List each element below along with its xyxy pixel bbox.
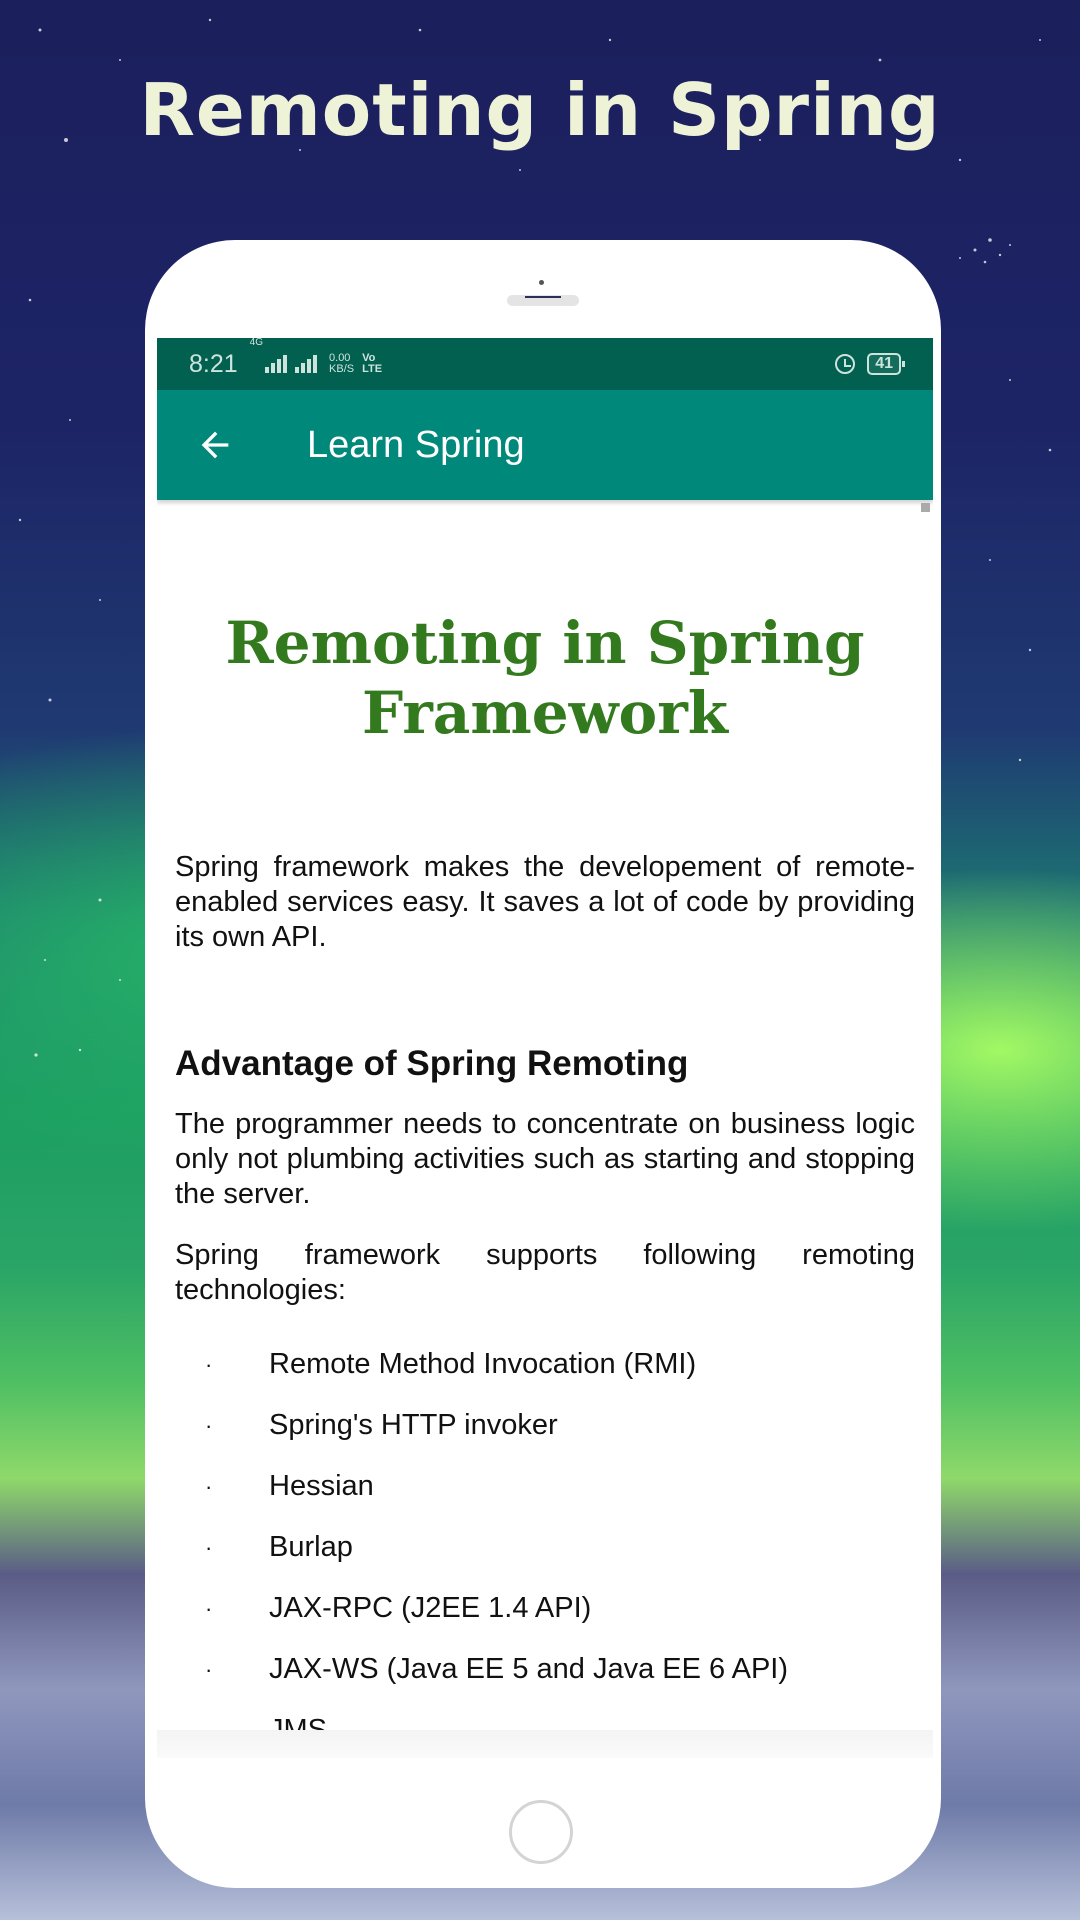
bullet-icon: · [205, 1595, 213, 1621]
list-item: · Hessian [175, 1456, 915, 1517]
bullet-icon: · [205, 1656, 213, 1682]
list-item: · JAX-WS (Java EE 5 and Java EE 6 API) [175, 1639, 915, 1700]
bullet-icon: · [205, 1412, 213, 1438]
technologies-intro: Spring framework supports following remo… [175, 1239, 915, 1306]
status-bar: 8:21 4G 0.00 KB/S Vo LTE 41 [157, 338, 933, 390]
network-speed-unit: KB/S [329, 363, 355, 375]
list-item: · Burlap [175, 1517, 915, 1578]
front-camera [539, 280, 544, 285]
network-type-label: 4G [249, 338, 264, 348]
list-item-text: JAX-RPC (J2EE 1.4 API) [269, 1592, 592, 1624]
alarm-icon [835, 354, 856, 374]
volte-icon: Vo LTE [362, 353, 382, 375]
list-item-text: Remote Method Invocation (RMI) [269, 1348, 697, 1380]
arrow-left-icon [201, 431, 229, 459]
advantage-paragraph: The programmer needs to concentrate on b… [175, 1108, 915, 1210]
list-item-text: Hessian [269, 1470, 374, 1502]
bottom-fade [157, 1730, 933, 1758]
section-heading: Advantage of Spring Remoting [175, 1044, 689, 1083]
article-title: Remoting in Spring Framework [225, 609, 865, 747]
list-item: · JAX-RPC (J2EE 1.4 API) [175, 1578, 915, 1639]
phone-frame: 8:21 4G 0.00 KB/S Vo LTE 41 Learn Spring… [145, 240, 941, 1888]
intro-paragraph: Spring framework makes the developement … [175, 851, 915, 953]
list-item-text: JAX-WS (Java EE 5 and Java EE 6 API) [269, 1653, 788, 1685]
back-button[interactable] [185, 415, 245, 475]
battery-level: 41 [875, 355, 893, 372]
list-item-text: Spring's HTTP invoker [269, 1409, 558, 1441]
phone-screen: 8:21 4G 0.00 KB/S Vo LTE 41 Learn Spring… [157, 338, 933, 1758]
status-time: 8:21 [189, 349, 238, 378]
battery-icon: 41 [867, 353, 905, 375]
bullet-icon: · [205, 1473, 213, 1499]
signal-icon [295, 355, 318, 373]
scrollbar-thumb[interactable] [921, 503, 930, 512]
bullet-icon: · [205, 1534, 213, 1560]
network-speed: 0.00 KB/S [329, 353, 354, 375]
volte-bottom: LTE [362, 363, 383, 375]
home-button[interactable] [509, 1800, 573, 1864]
app-title: Learn Spring [307, 423, 525, 466]
app-bar: Learn Spring [157, 390, 933, 500]
list-item: · Spring's HTTP invoker [175, 1395, 915, 1456]
technologies-list: · Remote Method Invocation (RMI) · Spring'… [175, 1334, 915, 1758]
list-item-text: Burlap [269, 1531, 353, 1563]
bullet-icon: · [205, 1351, 213, 1377]
list-item: · Remote Method Invocation (RMI) [175, 1334, 915, 1395]
signal-4g-icon [265, 355, 288, 373]
article-content: Remoting in Spring Framework Spring fram… [157, 608, 933, 1758]
promo-title: Remoting in Spring [139, 68, 941, 152]
earpiece-speaker [507, 295, 579, 306]
